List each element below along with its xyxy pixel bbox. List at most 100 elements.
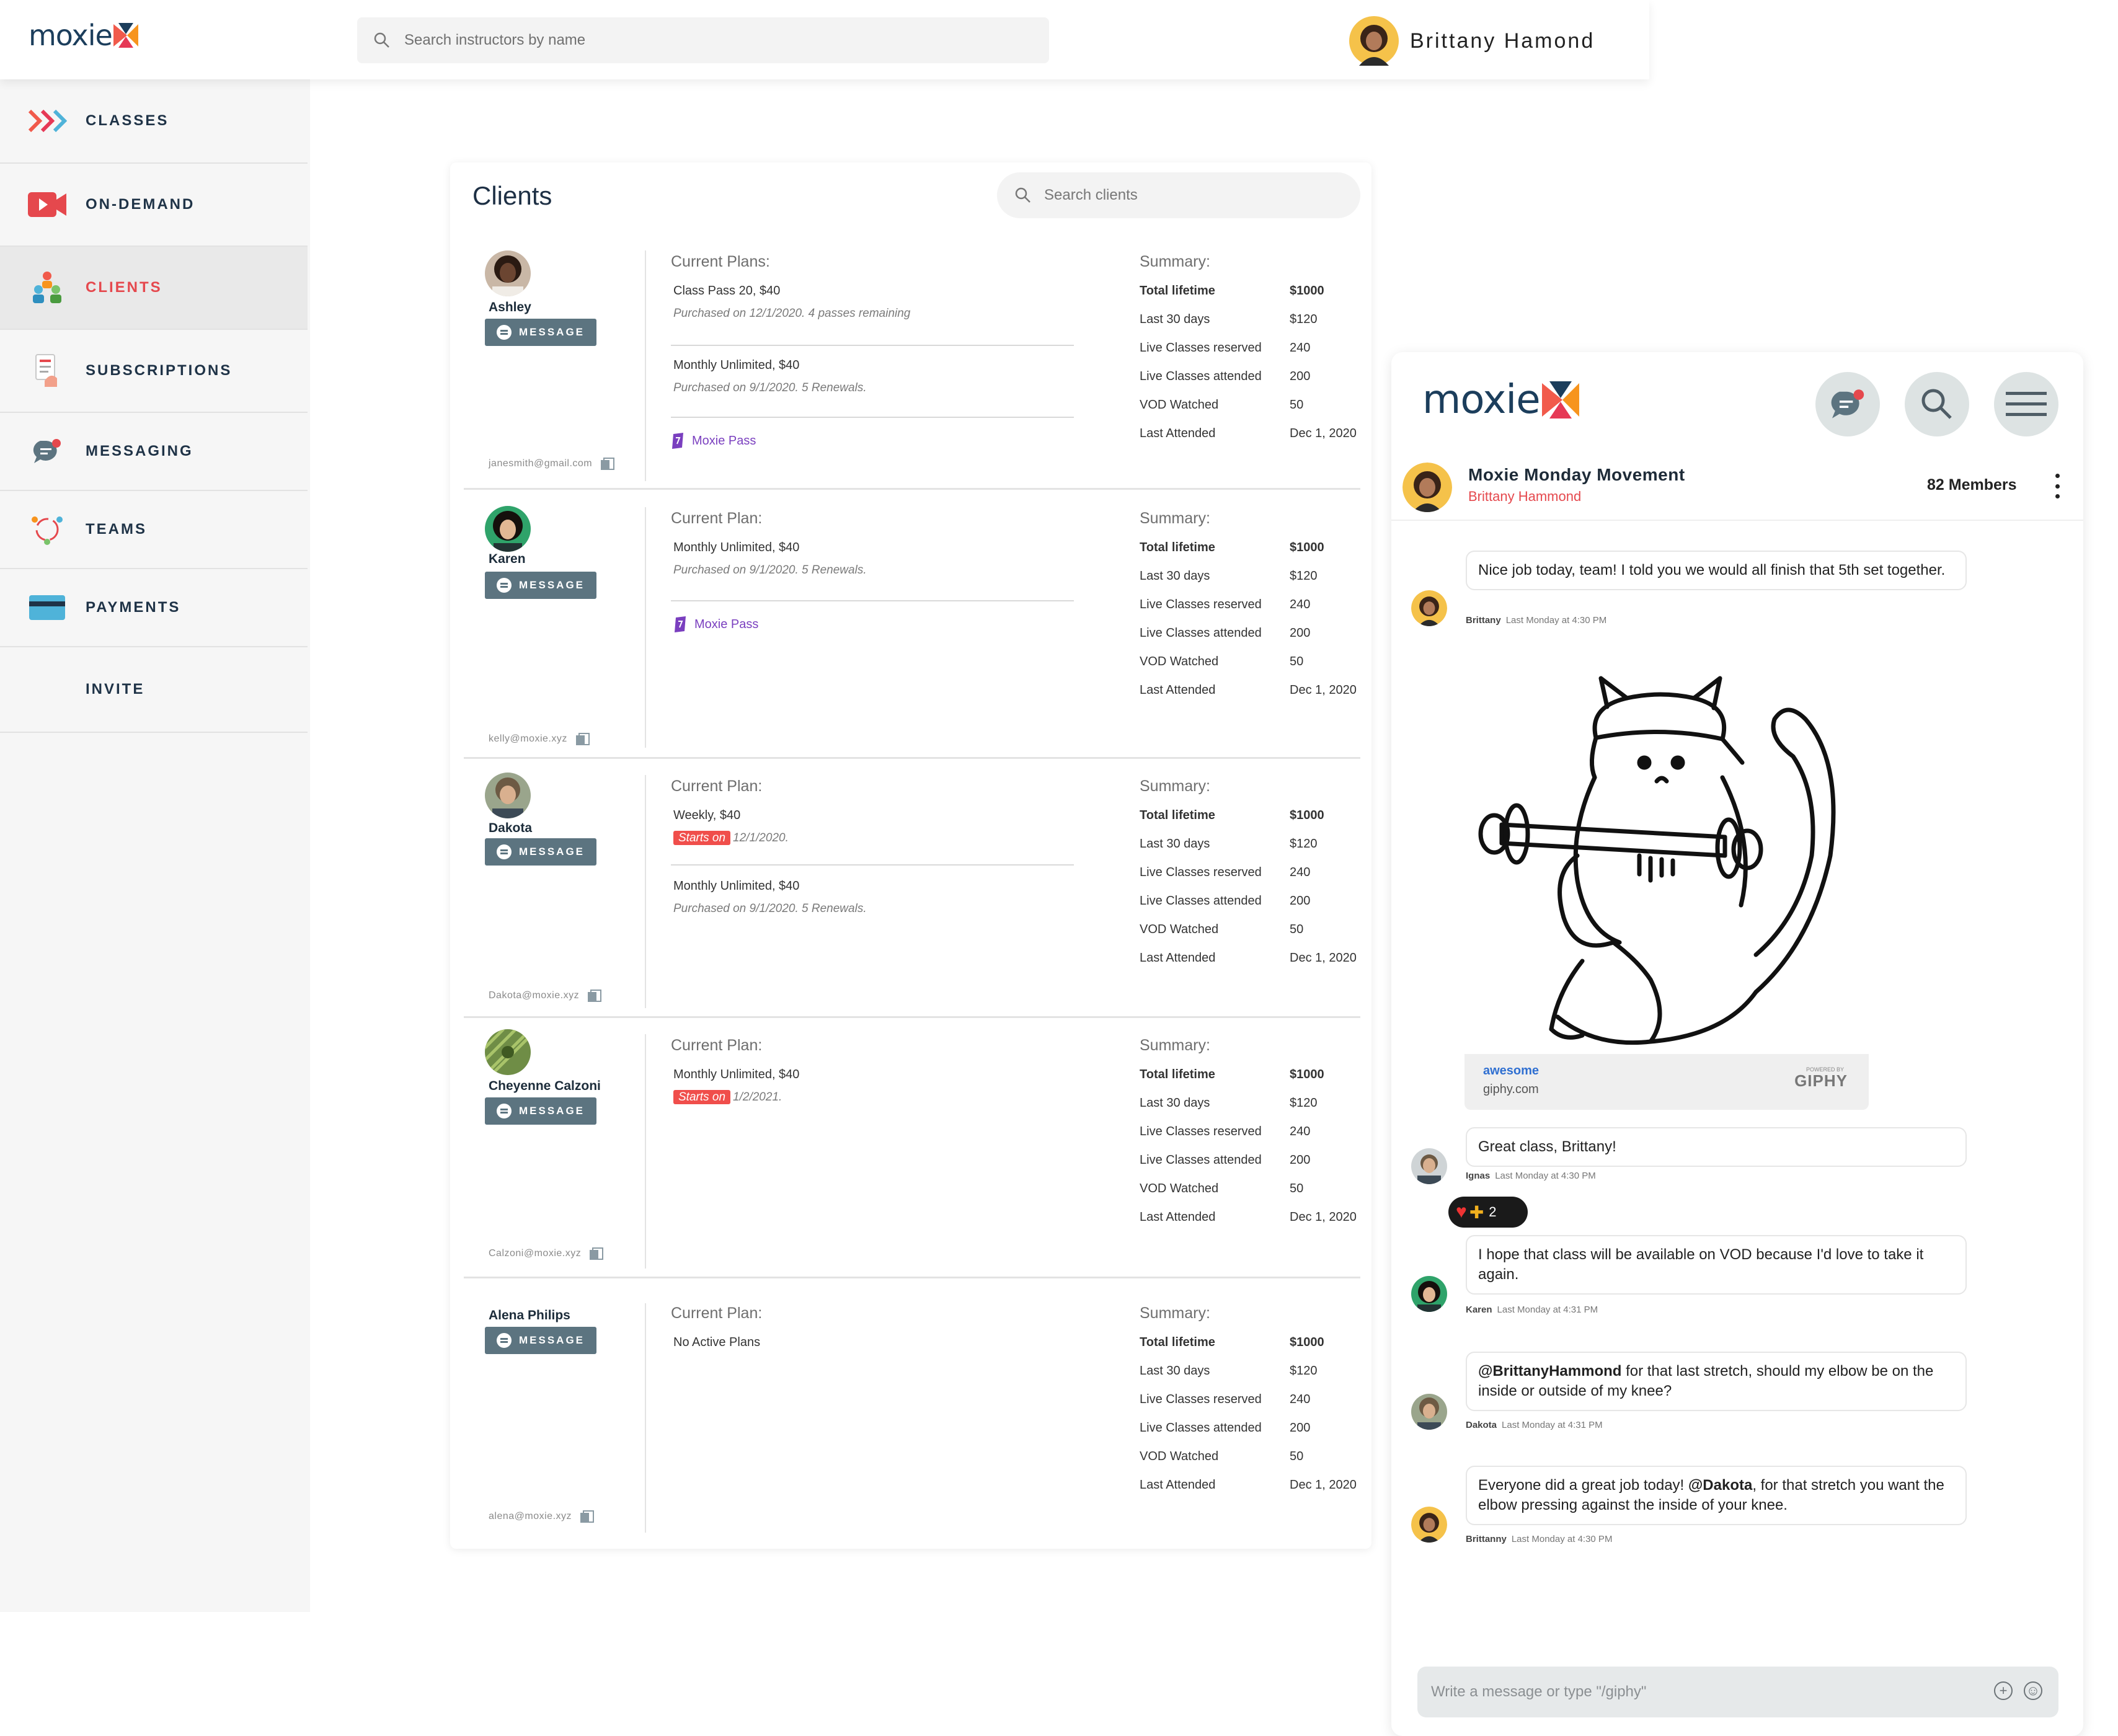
more-options-icon[interactable] [2051, 474, 2063, 498]
instructor-search-input[interactable]: Search instructors by name [357, 17, 1049, 63]
summary-key: Last Attended [1140, 683, 1216, 697]
client-name: Karen [489, 552, 526, 566]
message-input[interactable]: Write a message or type "/giphy" + ☺ [1417, 1667, 2058, 1717]
ticket-icon [675, 616, 686, 632]
client-email-text: Dakota@moxie.xyz [489, 990, 580, 1001]
message-meta: Dakota Last Monday at 4:31 PM [1466, 1420, 1603, 1430]
summary-value: 240 [1290, 598, 1311, 611]
page-title: Clients [472, 181, 552, 210]
moxie-logo[interactable]: moxie [29, 19, 140, 52]
summary-value: $1000 [1290, 1068, 1324, 1081]
plan-divider [671, 345, 1074, 346]
message-time: Last Monday at 4:31 PM [1497, 1304, 1598, 1315]
sidebar-item-payments[interactable]: PAYMENTS [0, 569, 308, 647]
avatar [1411, 1507, 1447, 1543]
summary-key: Total lifetime [1140, 808, 1215, 822]
summary-column: Summary: Total lifetime $1000 Last 30 day… [1140, 777, 1363, 1013]
message-time: Last Monday at 4:30 PM [1495, 1171, 1596, 1181]
message-button[interactable]: MESSAGE [485, 1327, 596, 1354]
moxie-pass-label: Moxie Pass [692, 433, 756, 448]
giphy-attribution[interactable]: awesome giphy.com POWERED BY GIPHY [1464, 1054, 1869, 1110]
message-button[interactable]: MESSAGE [485, 1097, 596, 1125]
plan-item: Monthly Unlimited, $40 Purchased on 9/1/… [673, 879, 1075, 916]
plans-column: Current Plan: Monthly Unlimited, $40 Sta… [671, 1037, 1074, 1272]
member-count[interactable]: 82 Members [1927, 476, 2017, 494]
avatar [485, 250, 531, 296]
copy-icon[interactable] [580, 1510, 595, 1523]
column-divider [645, 250, 646, 481]
giphy-cat-gif[interactable] [1464, 670, 1869, 1079]
summary-value: $120 [1290, 312, 1318, 326]
message-button[interactable]: MESSAGE [485, 572, 596, 599]
summary-key: VOD Watched [1140, 923, 1219, 936]
emoji-icon[interactable]: ☺ [2024, 1681, 2042, 1700]
avatar [1411, 1276, 1447, 1312]
moxie-pass-link[interactable]: Moxie Pass [673, 616, 758, 632]
message-meta: Ignas Last Monday at 4:30 PM [1466, 1171, 1596, 1181]
summary-key: Live Classes attended [1140, 894, 1262, 908]
moxie-mark-icon [113, 23, 138, 48]
moxie-logo[interactable]: moxie [1422, 377, 1581, 423]
hamburger-icon [2006, 392, 2047, 416]
plans-column: Current Plan: Weekly, $40 Starts on 12/1/… [671, 777, 1074, 1013]
search-placeholder: Search clients [1044, 187, 1138, 203]
copy-icon[interactable] [588, 990, 602, 1002]
client-search-input[interactable]: Search clients [997, 172, 1360, 218]
plan-detail: Starts on 12/1/2020. [673, 831, 1075, 845]
sidebar-item-messaging[interactable]: MESSAGING [0, 413, 308, 491]
avatar [1411, 590, 1447, 626]
summary-value: 50 [1290, 1182, 1304, 1195]
client-email-text: Calzoni@moxie.xyz [489, 1248, 582, 1259]
sidebar-item-teams[interactable]: TEAMS [0, 491, 308, 569]
sidebar-item-label: CLASSES [86, 112, 169, 129]
message-button-label: MESSAGE [518, 579, 585, 591]
summary-column: Summary: Total lifetime $1000 Last 30 day… [1140, 253, 1363, 482]
plan-detail: Purchased on 9/1/2020. 5 Renewals. [673, 902, 867, 915]
message-button[interactable]: MESSAGE [485, 838, 596, 866]
menu-button[interactable] [1994, 372, 2058, 436]
client-email: janesmith@gmail.com [489, 458, 615, 470]
message-author: Karen [1466, 1304, 1492, 1315]
summary-value: 200 [1290, 1421, 1311, 1435]
sidebar-item-subscriptions[interactable]: SUBSCRIPTIONS [0, 330, 308, 413]
copy-icon[interactable] [575, 733, 590, 745]
client-row: Alena Philips MESSAGE alena@moxie.xyz Cu… [464, 1278, 1360, 1539]
clients-panel: Clients Search clients Ashley MESSAGE ja… [450, 162, 1371, 1549]
message-author: Dakota [1466, 1420, 1497, 1430]
summary-heading: Summary: [1140, 1037, 1210, 1054]
summary-value: 50 [1290, 398, 1304, 412]
chat-icon [496, 1333, 512, 1348]
sidebar-item-clients[interactable]: CLIENTS [0, 247, 308, 330]
plan-divider [671, 864, 1074, 866]
reaction-badge[interactable]: ♥ ✚ 2 [1448, 1197, 1528, 1228]
plan-title: Monthly Unlimited, $40 [673, 879, 800, 893]
message-button-label: MESSAGE [518, 326, 585, 338]
chat-button[interactable] [1815, 372, 1880, 436]
mention[interactable]: @BrittanyHammond [1478, 1363, 1621, 1380]
client-email: alena@moxie.xyz [489, 1510, 595, 1523]
chat-header: Moxie Monday Movement Brittany Hammond 8… [1391, 456, 2083, 521]
add-attachment-icon[interactable]: + [1994, 1681, 2013, 1700]
summary-value: Dec 1, 2020 [1290, 683, 1357, 697]
client-email-text: janesmith@gmail.com [489, 458, 593, 469]
message-button[interactable]: MESSAGE [485, 319, 596, 346]
sidebar-item-on-demand[interactable]: ON-DEMAND [0, 164, 308, 247]
summary-value: 200 [1290, 370, 1311, 383]
sidebar-item-label: TEAMS [86, 521, 147, 538]
summary-key: VOD Watched [1140, 655, 1219, 668]
user-menu[interactable]: Brittany Hamond [1349, 16, 1595, 66]
sidebar-item-label: MESSAGING [86, 443, 193, 459]
mention[interactable]: @Dakota [1688, 1477, 1752, 1494]
sidebar-item-label: PAYMENTS [86, 599, 181, 616]
sidebar-item-invite[interactable]: INVITE [0, 647, 308, 733]
copy-icon[interactable] [601, 458, 615, 470]
subscriptions-icon [27, 351, 67, 391]
thumbs-up-reaction-icon: ✚ [1469, 1202, 1484, 1222]
search-button[interactable] [1905, 372, 1969, 436]
moxie-pass-link[interactable]: Moxie Pass [671, 433, 756, 449]
copy-icon[interactable] [590, 1247, 604, 1260]
plan-item: No Active Plans [673, 1335, 1075, 1350]
summary-key: Live Classes reserved [1140, 341, 1262, 355]
sidebar-item-classes[interactable]: CLASSES [0, 79, 308, 164]
summary-key: Last Attended [1140, 1478, 1216, 1492]
